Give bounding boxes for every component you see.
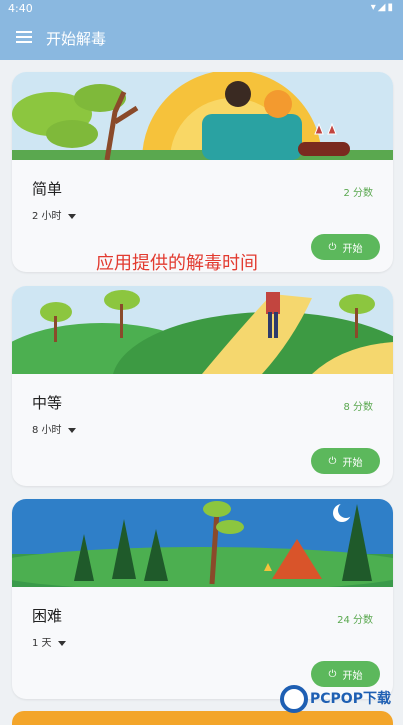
level-name: 困难 [32, 607, 63, 625]
menu-icon[interactable] [16, 28, 32, 48]
level-score: 8 分数 [343, 402, 373, 413]
status-bar: 4:40 ▾◢▮ [0, 0, 403, 16]
detox-card-hard[interactable]: 困难 24 分数 1 天 ⏻ 开始 [12, 499, 393, 699]
level-score: 24 分数 [337, 615, 373, 626]
hard-illustration [12, 499, 393, 587]
medium-illustration [12, 286, 393, 374]
level-name: 简单 [32, 180, 63, 198]
duration-value: 8 小时 [32, 425, 62, 436]
watermark-text: PCPOP下载 [310, 691, 391, 707]
power-icon: ⏻ [328, 241, 337, 253]
caret-down-icon [67, 213, 76, 219]
duration-value: 2 小时 [32, 211, 62, 222]
start-label: 开始 [342, 670, 363, 682]
duration-dropdown[interactable]: 2 小时 [32, 207, 76, 222]
start-label: 开始 [342, 243, 363, 255]
caret-down-icon [67, 427, 76, 433]
easy-illustration [12, 72, 393, 160]
start-button[interactable]: ⏻ 开始 [311, 448, 380, 474]
watermark-logo: PCPOP下载 [278, 683, 403, 719]
annotation-text: 应用提供的解毒时间 [96, 253, 258, 274]
duration-dropdown[interactable]: 8 小时 [32, 421, 76, 436]
power-icon: ⏻ [328, 668, 337, 680]
status-icons: ▾◢▮ [370, 2, 395, 13]
logo-icon [280, 685, 308, 713]
app-bar: 开始解毒 [0, 16, 403, 60]
level-score: 2 分数 [343, 188, 373, 199]
level-name: 中等 [32, 394, 63, 412]
caret-down-icon [57, 640, 66, 646]
duration-value: 1 天 [32, 638, 52, 649]
detox-card-medium[interactable]: 中等 8 分数 8 小时 ⏻ 开始 [12, 286, 393, 486]
start-label: 开始 [342, 457, 363, 469]
detox-card-easy[interactable]: 简单 2 分数 2 小时 ⏻ 开始 [12, 72, 393, 272]
page-title: 开始解毒 [46, 30, 107, 48]
start-button[interactable]: ⏻ 开始 [311, 234, 380, 260]
power-icon: ⏻ [328, 455, 337, 467]
status-time: 4:40 [8, 2, 33, 15]
duration-dropdown[interactable]: 1 天 [32, 634, 66, 649]
